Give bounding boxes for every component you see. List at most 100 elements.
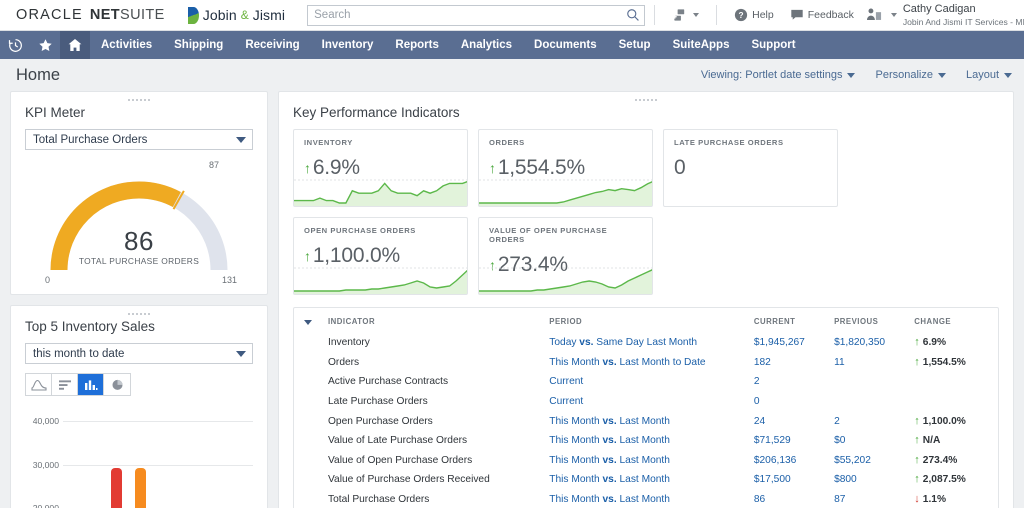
cell-current[interactable]: 24 <box>754 416 765 427</box>
cell-current[interactable]: $17,500 <box>754 474 791 485</box>
cell-current[interactable]: 86 <box>754 494 765 505</box>
table-row[interactable]: Value of Late Purchase OrdersThis Month … <box>294 431 998 451</box>
cell-current[interactable]: 2 <box>754 376 760 387</box>
portlet-drag-handle[interactable] <box>279 96 1013 103</box>
cell-period[interactable]: This Month vs. Last Month <box>549 494 670 505</box>
bar[interactable] <box>111 468 122 508</box>
cell-current[interactable]: $71,529 <box>754 435 791 446</box>
column-header-change[interactable]: CHANGE <box>910 308 998 333</box>
nav-recent-records-button[interactable] <box>0 31 30 59</box>
column-header-period[interactable]: PERIOD <box>545 308 750 333</box>
area-chart-icon[interactable] <box>31 379 47 391</box>
portlet-drag-handle[interactable] <box>11 310 267 317</box>
nav-item-shipping[interactable]: Shipping <box>163 31 234 59</box>
nav-item-activities[interactable]: Activities <box>90 31 163 59</box>
cell-period[interactable]: Today vs. Same Day Last Month <box>549 337 697 348</box>
home-icon[interactable] <box>67 37 83 53</box>
horizontal-bar-chart-toggle[interactable] <box>52 374 78 395</box>
cell-previous[interactable]: $55,202 <box>834 455 871 466</box>
quick-add-button[interactable] <box>672 8 699 23</box>
cell-period[interactable]: This Month vs. Last Month <box>549 455 670 466</box>
viewing-portlet-date-settings-button[interactable]: Viewing: Portlet date settings <box>701 69 856 81</box>
column-chart-icon[interactable] <box>84 379 98 391</box>
table-row[interactable]: Open Purchase OrdersThis Month vs. Last … <box>294 411 998 431</box>
layout-caret-icon[interactable] <box>1004 73 1012 78</box>
personalize-caret-icon[interactable] <box>938 73 946 78</box>
recent-clock-icon[interactable] <box>8 38 23 53</box>
nav-item-setup[interactable]: Setup <box>608 31 662 59</box>
cell-current[interactable]: 182 <box>754 357 771 368</box>
kpi-card[interactable]: LATE PURCHASE ORDERS0 <box>663 129 838 207</box>
nav-favorites-button[interactable] <box>30 31 60 59</box>
user-menu-caret-icon[interactable] <box>891 13 897 17</box>
table-row[interactable]: Value of Purchase Orders ReceivedThis Mo… <box>294 470 998 490</box>
quick-add-icon[interactable] <box>672 8 687 23</box>
help-icon[interactable]: ? <box>734 8 748 22</box>
cell-period[interactable]: This Month vs. Last Month <box>549 416 670 427</box>
nav-item-support[interactable]: Support <box>740 31 806 59</box>
layout-button[interactable]: Layout <box>966 69 1012 81</box>
column-header-current[interactable]: CURRENT <box>750 308 830 333</box>
table-row[interactable]: Active Purchase ContractsCurrent2 <box>294 372 998 392</box>
pie-chart-icon[interactable] <box>111 378 124 391</box>
cell-previous[interactable]: $1,820,350 <box>834 337 885 348</box>
personalize-button[interactable]: Personalize <box>875 69 945 81</box>
top5-period-caret-icon[interactable] <box>236 351 246 357</box>
cell-previous[interactable]: 11 <box>834 357 845 368</box>
user-avatar-icon[interactable] <box>866 7 883 22</box>
nav-item-documents[interactable]: Documents <box>523 31 608 59</box>
sort-caret-icon[interactable] <box>304 320 312 325</box>
dashboard-content: KPI Meter Total Purchase Orders 86 TOTAL… <box>0 91 1024 508</box>
table-row[interactable]: Late Purchase OrdersCurrent0 <box>294 392 998 412</box>
search-input[interactable] <box>307 5 645 26</box>
quick-add-caret-icon[interactable] <box>693 13 699 17</box>
star-icon[interactable] <box>38 38 53 53</box>
nav-item-receiving[interactable]: Receiving <box>234 31 310 59</box>
area-chart-toggle[interactable] <box>26 374 52 395</box>
cell-period[interactable]: Current <box>549 376 583 387</box>
search-icon[interactable] <box>626 8 640 22</box>
cell-period[interactable]: Current <box>549 396 583 407</box>
kpi-card[interactable]: VALUE OF OPEN PURCHASE ORDERS↑273.4% <box>478 217 653 295</box>
top5-period-select[interactable]: this month to date <box>25 343 253 364</box>
table-row[interactable]: Value of Open Purchase OrdersThis Month … <box>294 451 998 471</box>
table-row[interactable]: OrdersThis Month vs. Last Month to Date1… <box>294 353 998 373</box>
global-search[interactable] <box>307 5 645 26</box>
kpi-meter-select[interactable]: Total Purchase Orders <box>25 129 253 150</box>
cell-period[interactable]: This Month vs. Last Month <box>549 474 670 485</box>
kpi-card[interactable]: ORDERS↑1,554.5% <box>478 129 653 207</box>
table-row[interactable]: InventoryToday vs. Same Day Last Month$1… <box>294 333 998 353</box>
feedback-icon[interactable] <box>790 8 804 22</box>
column-header-previous[interactable]: PREVIOUS <box>830 308 910 333</box>
user-menu[interactable]: Cathy Cadigan Jobin And Jismi IT Service… <box>866 2 1024 27</box>
kpi-card[interactable]: INVENTORY↑6.9% <box>293 129 468 207</box>
cell-period[interactable]: This Month vs. Last Month <box>549 435 670 446</box>
feedback-button[interactable]: Feedback <box>790 8 854 22</box>
table-row[interactable]: Total Purchase OrdersThis Month vs. Last… <box>294 490 998 508</box>
oracle-netsuite-logo[interactable]: ORACLE NETSUITE <box>16 7 165 23</box>
bar[interactable] <box>135 468 146 508</box>
cell-previous[interactable]: 2 <box>834 416 840 427</box>
viewing-caret-icon[interactable] <box>847 73 855 78</box>
pie-chart-toggle[interactable] <box>104 374 130 395</box>
cell-previous[interactable]: $0 <box>834 435 845 446</box>
cell-current[interactable]: $206,136 <box>754 455 797 466</box>
kpi-meter-select-caret-icon[interactable] <box>236 137 246 143</box>
nav-item-analytics[interactable]: Analytics <box>450 31 523 59</box>
column-chart-toggle[interactable] <box>78 374 104 395</box>
portlet-drag-handle[interactable] <box>11 96 267 103</box>
kpi-card[interactable]: OPEN PURCHASE ORDERS↑1,100.0% <box>293 217 468 295</box>
cell-previous[interactable]: 87 <box>834 494 845 505</box>
cell-previous[interactable]: $800 <box>834 474 857 485</box>
trend-up-arrow-icon: ↑ <box>489 161 496 175</box>
nav-home-button[interactable] <box>60 31 90 59</box>
nav-item-reports[interactable]: Reports <box>384 31 449 59</box>
column-header-indicator[interactable]: INDICATOR <box>294 308 545 333</box>
cell-current[interactable]: $1,945,267 <box>754 337 805 348</box>
nav-item-inventory[interactable]: Inventory <box>311 31 385 59</box>
cell-period[interactable]: This Month vs. Last Month to Date <box>549 357 705 368</box>
help-button[interactable]: ? Help <box>734 8 774 22</box>
horizontal-bar-chart-icon[interactable] <box>58 379 72 391</box>
nav-item-suiteapps[interactable]: SuiteApps <box>662 31 741 59</box>
cell-current[interactable]: 0 <box>754 396 760 407</box>
